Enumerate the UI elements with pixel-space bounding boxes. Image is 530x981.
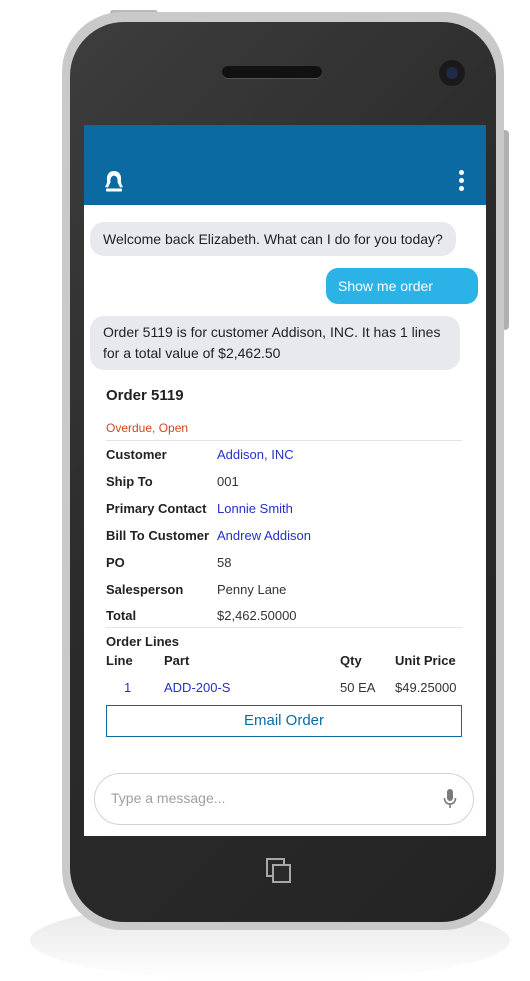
column-line: Line (106, 653, 133, 668)
bot-message-welcome: Welcome back Elizabeth. What can I do fo… (90, 222, 456, 256)
total-value: $2,462.50000 (217, 608, 297, 623)
speaker-grille (222, 66, 322, 78)
front-camera (439, 60, 465, 86)
po-value: 58 (217, 555, 232, 570)
recent-apps-icon[interactable] (266, 858, 294, 884)
column-qty: Qty (340, 653, 362, 668)
primary-contact-label: Primary Contact (106, 501, 207, 516)
order-title: Order 5119 (106, 387, 184, 404)
more-vert-icon[interactable] (454, 170, 468, 192)
salesperson-label: Salesperson (106, 582, 184, 597)
unit-price-value: $49.25000 (395, 680, 457, 695)
mic-icon[interactable] (443, 788, 457, 810)
column-part: Part (164, 653, 190, 668)
ship-to-label: Ship To (106, 474, 153, 489)
total-label: Total (106, 608, 137, 623)
summary-text: Order 5119 is for customer Addison, INC.… (103, 324, 441, 361)
order-lines-heading: Order Lines (106, 634, 179, 649)
phone-screen: Welcome back Elizabeth. What can I do fo… (84, 125, 486, 836)
customer-label: Customer (106, 447, 167, 462)
column-unit-price: Unit Price (395, 653, 456, 668)
user-message: Show me order 5119 (326, 268, 478, 330)
bot-message-summary: Order 5119 is for customer Addison, INC.… (90, 316, 460, 370)
salesperson-value: Penny Lane (217, 582, 287, 597)
customer-link[interactable]: Addison, INC (217, 447, 294, 462)
part-link[interactable]: ADD-200-S (164, 680, 230, 695)
bot-avatar-icon (105, 171, 123, 192)
primary-contact-link[interactable]: Lonnie Smith (217, 501, 293, 516)
ship-to-value: 001 (217, 474, 239, 489)
po-label: PO (106, 555, 125, 570)
message-input[interactable]: Type a message... (94, 773, 474, 825)
email-order-button[interactable]: Email Order (106, 705, 462, 737)
divider (106, 440, 462, 441)
order-status: Overdue, Open (106, 421, 189, 435)
divider (106, 627, 462, 628)
welcome-text: Welcome back Elizabeth. What can I do fo… (103, 231, 443, 247)
qty-value: 50 EA (340, 680, 376, 695)
bill-to-link[interactable]: Andrew Addison (217, 528, 311, 543)
message-placeholder: Type a message... (111, 790, 226, 806)
bill-to-label: Bill To Customer (106, 528, 210, 543)
line-number-link[interactable]: 1 (124, 680, 131, 695)
app-bar (84, 125, 486, 205)
